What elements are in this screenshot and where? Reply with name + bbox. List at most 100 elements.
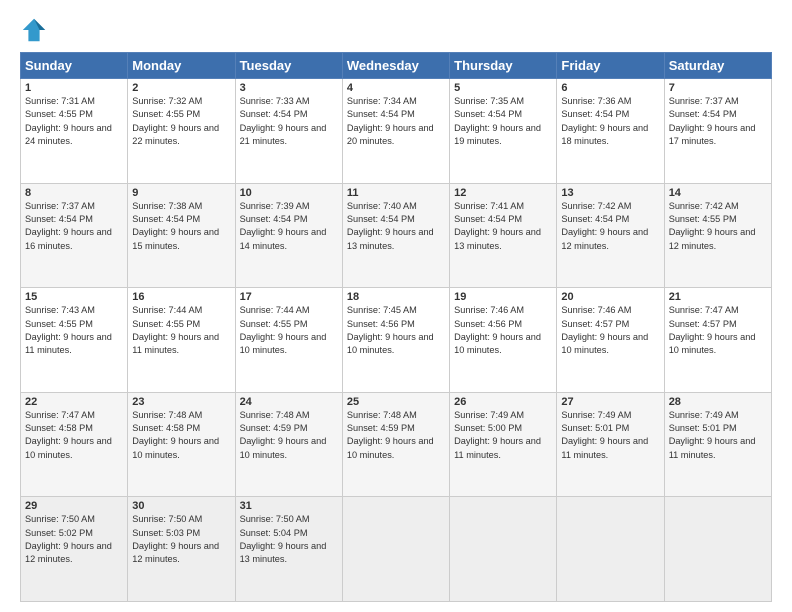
day-number: 4 [347, 82, 445, 94]
day-number: 13 [561, 187, 659, 199]
day-number: 20 [561, 291, 659, 303]
table-row: 19Sunrise: 7:46 AMSunset: 4:56 PMDayligh… [450, 288, 557, 393]
table-row: 21Sunrise: 7:47 AMSunset: 4:57 PMDayligh… [664, 288, 771, 393]
day-number: 30 [132, 500, 230, 512]
table-row: 3Sunrise: 7:33 AMSunset: 4:54 PMDaylight… [235, 79, 342, 184]
table-row: 6Sunrise: 7:36 AMSunset: 4:54 PMDaylight… [557, 79, 664, 184]
table-row: 7Sunrise: 7:37 AMSunset: 4:54 PMDaylight… [664, 79, 771, 184]
table-row: 5Sunrise: 7:35 AMSunset: 4:54 PMDaylight… [450, 79, 557, 184]
table-row: 13Sunrise: 7:42 AMSunset: 4:54 PMDayligh… [557, 183, 664, 288]
table-row: 28Sunrise: 7:49 AMSunset: 5:01 PMDayligh… [664, 392, 771, 497]
day-number: 19 [454, 291, 552, 303]
table-row: 26Sunrise: 7:49 AMSunset: 5:00 PMDayligh… [450, 392, 557, 497]
table-row [557, 497, 664, 602]
day-number: 5 [454, 82, 552, 94]
table-row: 31Sunrise: 7:50 AMSunset: 5:04 PMDayligh… [235, 497, 342, 602]
table-row: 27Sunrise: 7:49 AMSunset: 5:01 PMDayligh… [557, 392, 664, 497]
day-number: 14 [669, 187, 767, 199]
day-info: Sunrise: 7:46 AMSunset: 4:56 PMDaylight:… [454, 304, 552, 357]
header [20, 16, 772, 44]
day-number: 25 [347, 396, 445, 408]
day-info: Sunrise: 7:38 AMSunset: 4:54 PMDaylight:… [132, 200, 230, 253]
table-row [664, 497, 771, 602]
day-info: Sunrise: 7:43 AMSunset: 4:55 PMDaylight:… [25, 304, 123, 357]
table-row: 11Sunrise: 7:40 AMSunset: 4:54 PMDayligh… [342, 183, 449, 288]
day-info: Sunrise: 7:34 AMSunset: 4:54 PMDaylight:… [347, 95, 445, 148]
weekday-header: Wednesday [342, 53, 449, 79]
table-row: 12Sunrise: 7:41 AMSunset: 4:54 PMDayligh… [450, 183, 557, 288]
day-number: 24 [240, 396, 338, 408]
table-row: 1Sunrise: 7:31 AMSunset: 4:55 PMDaylight… [21, 79, 128, 184]
table-row: 29Sunrise: 7:50 AMSunset: 5:02 PMDayligh… [21, 497, 128, 602]
table-row: 23Sunrise: 7:48 AMSunset: 4:58 PMDayligh… [128, 392, 235, 497]
logo-icon [20, 16, 48, 44]
day-info: Sunrise: 7:47 AMSunset: 4:57 PMDaylight:… [669, 304, 767, 357]
day-info: Sunrise: 7:36 AMSunset: 4:54 PMDaylight:… [561, 95, 659, 148]
day-info: Sunrise: 7:37 AMSunset: 4:54 PMDaylight:… [25, 200, 123, 253]
day-number: 6 [561, 82, 659, 94]
table-row: 14Sunrise: 7:42 AMSunset: 4:55 PMDayligh… [664, 183, 771, 288]
day-info: Sunrise: 7:48 AMSunset: 4:58 PMDaylight:… [132, 409, 230, 462]
table-row: 30Sunrise: 7:50 AMSunset: 5:03 PMDayligh… [128, 497, 235, 602]
calendar-week: 22Sunrise: 7:47 AMSunset: 4:58 PMDayligh… [21, 392, 772, 497]
day-number: 27 [561, 396, 659, 408]
table-row: 4Sunrise: 7:34 AMSunset: 4:54 PMDaylight… [342, 79, 449, 184]
day-number: 15 [25, 291, 123, 303]
day-number: 10 [240, 187, 338, 199]
weekday-header: Tuesday [235, 53, 342, 79]
day-info: Sunrise: 7:35 AMSunset: 4:54 PMDaylight:… [454, 95, 552, 148]
day-info: Sunrise: 7:48 AMSunset: 4:59 PMDaylight:… [347, 409, 445, 462]
day-info: Sunrise: 7:44 AMSunset: 4:55 PMDaylight:… [132, 304, 230, 357]
weekday-header: Friday [557, 53, 664, 79]
day-info: Sunrise: 7:33 AMSunset: 4:54 PMDaylight:… [240, 95, 338, 148]
calendar-week: 1Sunrise: 7:31 AMSunset: 4:55 PMDaylight… [21, 79, 772, 184]
day-number: 31 [240, 500, 338, 512]
weekday-header: Thursday [450, 53, 557, 79]
table-row: 22Sunrise: 7:47 AMSunset: 4:58 PMDayligh… [21, 392, 128, 497]
day-info: Sunrise: 7:47 AMSunset: 4:58 PMDaylight:… [25, 409, 123, 462]
day-info: Sunrise: 7:41 AMSunset: 4:54 PMDaylight:… [454, 200, 552, 253]
day-number: 7 [669, 82, 767, 94]
table-row: 15Sunrise: 7:43 AMSunset: 4:55 PMDayligh… [21, 288, 128, 393]
day-number: 23 [132, 396, 230, 408]
table-row: 17Sunrise: 7:44 AMSunset: 4:55 PMDayligh… [235, 288, 342, 393]
day-number: 3 [240, 82, 338, 94]
weekday-header: Monday [128, 53, 235, 79]
table-row: 9Sunrise: 7:38 AMSunset: 4:54 PMDaylight… [128, 183, 235, 288]
day-number: 16 [132, 291, 230, 303]
day-info: Sunrise: 7:32 AMSunset: 4:55 PMDaylight:… [132, 95, 230, 148]
day-info: Sunrise: 7:50 AMSunset: 5:03 PMDaylight:… [132, 513, 230, 566]
day-number: 2 [132, 82, 230, 94]
logo [20, 16, 54, 44]
table-row: 2Sunrise: 7:32 AMSunset: 4:55 PMDaylight… [128, 79, 235, 184]
table-row: 18Sunrise: 7:45 AMSunset: 4:56 PMDayligh… [342, 288, 449, 393]
day-info: Sunrise: 7:46 AMSunset: 4:57 PMDaylight:… [561, 304, 659, 357]
day-info: Sunrise: 7:31 AMSunset: 4:55 PMDaylight:… [25, 95, 123, 148]
calendar-table: SundayMondayTuesdayWednesdayThursdayFrid… [20, 52, 772, 602]
day-info: Sunrise: 7:39 AMSunset: 4:54 PMDaylight:… [240, 200, 338, 253]
day-info: Sunrise: 7:45 AMSunset: 4:56 PMDaylight:… [347, 304, 445, 357]
day-number: 1 [25, 82, 123, 94]
day-number: 21 [669, 291, 767, 303]
day-number: 9 [132, 187, 230, 199]
day-info: Sunrise: 7:50 AMSunset: 5:04 PMDaylight:… [240, 513, 338, 566]
calendar-week: 15Sunrise: 7:43 AMSunset: 4:55 PMDayligh… [21, 288, 772, 393]
day-number: 11 [347, 187, 445, 199]
table-row: 24Sunrise: 7:48 AMSunset: 4:59 PMDayligh… [235, 392, 342, 497]
table-row: 8Sunrise: 7:37 AMSunset: 4:54 PMDaylight… [21, 183, 128, 288]
day-info: Sunrise: 7:49 AMSunset: 5:01 PMDaylight:… [669, 409, 767, 462]
day-info: Sunrise: 7:40 AMSunset: 4:54 PMDaylight:… [347, 200, 445, 253]
day-number: 29 [25, 500, 123, 512]
table-row: 25Sunrise: 7:48 AMSunset: 4:59 PMDayligh… [342, 392, 449, 497]
calendar-week: 29Sunrise: 7:50 AMSunset: 5:02 PMDayligh… [21, 497, 772, 602]
table-row [450, 497, 557, 602]
day-info: Sunrise: 7:50 AMSunset: 5:02 PMDaylight:… [25, 513, 123, 566]
day-info: Sunrise: 7:48 AMSunset: 4:59 PMDaylight:… [240, 409, 338, 462]
day-info: Sunrise: 7:42 AMSunset: 4:55 PMDaylight:… [669, 200, 767, 253]
day-number: 28 [669, 396, 767, 408]
calendar-week: 8Sunrise: 7:37 AMSunset: 4:54 PMDaylight… [21, 183, 772, 288]
day-number: 18 [347, 291, 445, 303]
day-number: 12 [454, 187, 552, 199]
day-info: Sunrise: 7:49 AMSunset: 5:01 PMDaylight:… [561, 409, 659, 462]
weekday-header: Sunday [21, 53, 128, 79]
